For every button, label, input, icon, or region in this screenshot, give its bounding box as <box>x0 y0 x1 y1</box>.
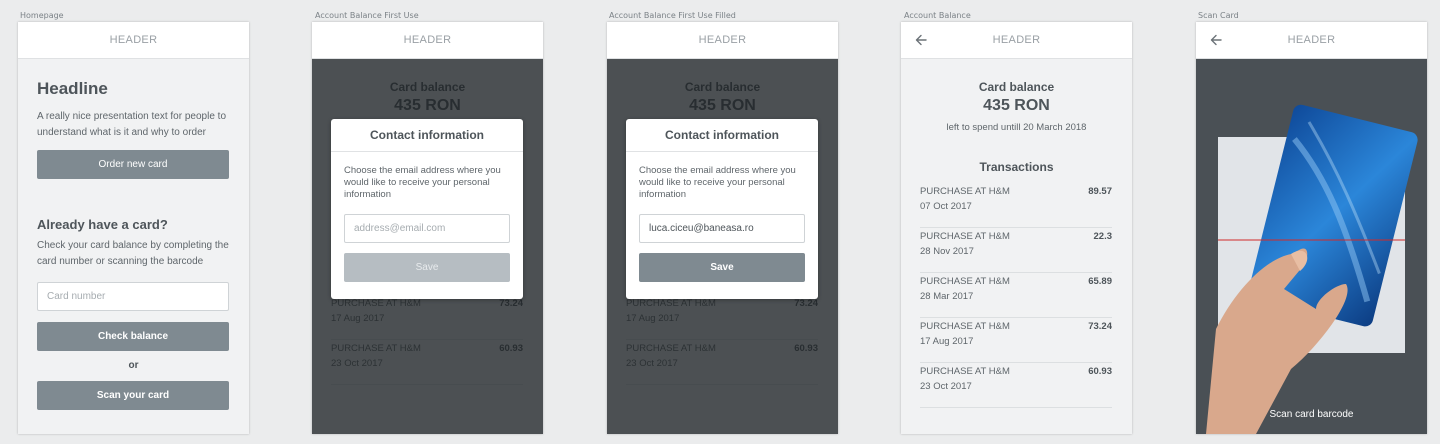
modal-title: Contact information <box>331 119 523 152</box>
already-have-card-heading: Already have a card? <box>37 217 168 232</box>
frame-label-homepage: Homepage <box>20 11 64 20</box>
header: HEADER <box>1196 22 1427 59</box>
contact-information-modal: Contact information Choose the email add… <box>626 119 818 299</box>
frame-label-balance-first-use-filled: Account Balance First Use Filled <box>609 11 736 20</box>
card-number-input[interactable]: Card number <box>37 282 229 311</box>
scan-card-caption: Scan card barcode <box>1269 409 1354 420</box>
contact-information-modal: Contact information Choose the email add… <box>331 119 523 299</box>
back-arrow-icon[interactable] <box>914 33 928 47</box>
email-input[interactable]: luca.ciceu@baneasa.ro <box>639 214 805 243</box>
transaction-amount: 89.57 <box>1088 186 1112 197</box>
homepage-screen: HEADER Headline A really nice presentati… <box>18 22 249 434</box>
transaction-amount: 60.93 <box>1088 366 1112 377</box>
balance-screen: HEADER Card balance 435 RON left to spen… <box>901 22 1132 434</box>
header-title: HEADER <box>698 34 747 46</box>
transaction-row: PURCHASE AT H&M 28 Mar 2017 65.89 <box>920 273 1112 318</box>
transaction-name: PURCHASE AT H&M <box>920 186 1010 197</box>
order-new-card-button[interactable]: Order new card <box>37 150 229 179</box>
intro-text: A really nice presentation text for peop… <box>37 111 227 138</box>
modal-title: Contact information <box>626 119 818 152</box>
header-title: HEADER <box>1287 34 1336 46</box>
check-instructions-text: Check your card balance by completing th… <box>37 240 229 267</box>
transaction-date: 17 Aug 2017 <box>920 336 974 347</box>
balance-content: Card balance 435 RON left to spend until… <box>901 59 1132 434</box>
modal-description: Choose the email address where you would… <box>639 165 796 200</box>
balance-expiry-note: left to spend untill 20 March 2018 <box>946 122 1087 133</box>
camera-feed-image <box>1196 59 1427 434</box>
transaction-date: 07 Oct 2017 <box>920 201 972 212</box>
transaction-name: PURCHASE AT H&M <box>920 366 1010 377</box>
camera-viewfinder <box>1196 59 1427 434</box>
frame-label-balance: Account Balance <box>904 11 971 20</box>
modal-description: Choose the email address where you would… <box>344 165 501 200</box>
header: HEADER <box>901 22 1132 59</box>
header: HEADER <box>18 22 249 59</box>
header-title: HEADER <box>109 34 158 46</box>
transaction-row: PURCHASE AT H&M 23 Oct 2017 60.93 <box>920 363 1112 408</box>
back-arrow-icon[interactable] <box>1209 33 1223 47</box>
transaction-amount: 65.89 <box>1088 276 1112 287</box>
header-title: HEADER <box>992 34 1041 46</box>
header-title: HEADER <box>403 34 452 46</box>
transaction-amount: 73.24 <box>1088 321 1112 332</box>
transaction-date: 28 Mar 2017 <box>920 291 974 302</box>
transaction-row: PURCHASE AT H&M 17 Aug 2017 73.24 <box>920 318 1112 363</box>
frame-label-balance-first-use: Account Balance First Use <box>315 11 419 20</box>
check-balance-button[interactable]: Check balance <box>37 322 229 351</box>
balance-first-use-filled-screen: HEADER Card balance 435 RON 28 Mar 2017 … <box>607 22 838 434</box>
balance-first-use-screen: HEADER Card balance 435 RON 28 Mar 2017 … <box>312 22 543 434</box>
scan-your-card-button[interactable]: Scan your card <box>37 381 229 410</box>
card-balance-amount: 435 RON <box>983 97 1050 114</box>
transaction-name: PURCHASE AT H&M <box>920 321 1010 332</box>
save-button[interactable]: Save <box>344 253 510 282</box>
transaction-date: 28 Nov 2017 <box>920 246 974 257</box>
transaction-date: 23 Oct 2017 <box>920 381 972 392</box>
transaction-name: PURCHASE AT H&M <box>920 231 1010 242</box>
headline: Headline <box>37 79 108 98</box>
scan-card-screen: HEADER Scan card barcode <box>1196 22 1427 434</box>
card-balance-title: Card balance <box>978 80 1055 94</box>
transaction-row: PURCHASE AT H&M 28 Nov 2017 22.3 <box>920 228 1112 273</box>
frame-label-scan-card: Scan Card <box>1198 11 1239 20</box>
save-button[interactable]: Save <box>639 253 805 282</box>
header: HEADER <box>312 22 543 59</box>
transaction-row: PURCHASE AT H&M 07 Oct 2017 89.57 <box>920 183 1112 228</box>
email-input[interactable]: address@email.com <box>344 214 510 243</box>
transactions-title: Transactions <box>979 160 1054 174</box>
header: HEADER <box>607 22 838 59</box>
transaction-amount: 22.3 <box>1093 231 1113 242</box>
transaction-name: PURCHASE AT H&M <box>920 276 1010 287</box>
or-separator: or <box>128 360 139 371</box>
